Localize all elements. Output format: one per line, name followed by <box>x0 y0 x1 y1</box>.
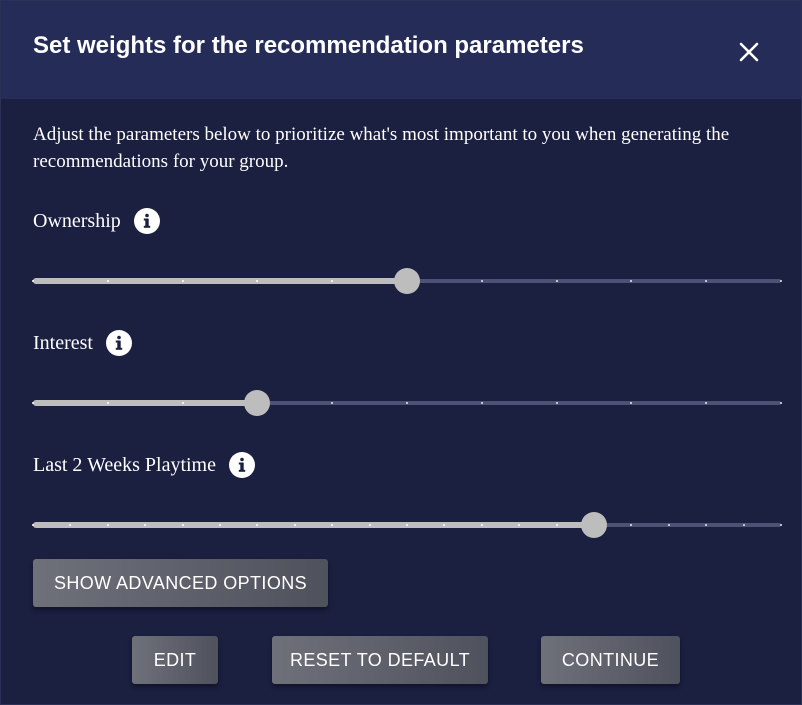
slider-mark <box>32 524 34 526</box>
close-button[interactable] <box>732 35 766 69</box>
slider-mark <box>480 524 483 526</box>
slider-mark <box>32 280 34 282</box>
slider-track <box>33 400 258 406</box>
dialog-title: Set weights for the recommendation param… <box>33 32 584 59</box>
parameter-label-interest: Interest <box>33 330 132 356</box>
continue-button[interactable]: CONTINUE <box>541 636 680 684</box>
slider-mark <box>106 280 109 282</box>
parameter-label-playtime: Last 2 Weeks Playtime <box>33 452 255 478</box>
slider-mark <box>106 524 109 526</box>
slider-mark <box>181 524 184 526</box>
slider-mark <box>667 524 670 526</box>
ownership-slider[interactable] <box>32 266 782 296</box>
slider-mark <box>32 402 34 404</box>
parameter-label-ownership: Ownership <box>33 208 160 234</box>
slider-mark <box>742 524 745 526</box>
parameter-label-text: Interest <box>33 331 93 354</box>
slider-mark <box>368 524 371 526</box>
close-icon <box>739 42 759 62</box>
slider-mark <box>780 280 782 282</box>
slider-mark <box>780 524 782 526</box>
parameter-label-text: Ownership <box>33 209 121 232</box>
slider-mark <box>181 280 184 282</box>
slider-mark <box>780 402 782 404</box>
reset-to-default-button[interactable]: RESET TO DEFAULT <box>272 636 488 684</box>
dialog-description: Adjust the parameters below to prioritiz… <box>33 124 730 172</box>
weights-dialog: Set weights for the recommendation param… <box>0 0 802 705</box>
slider-thumb[interactable] <box>394 268 420 294</box>
info-icon[interactable] <box>229 452 255 478</box>
show-advanced-options-button[interactable]: SHOW ADVANCED OPTIONS <box>33 559 328 607</box>
slider-thumb[interactable] <box>581 512 607 538</box>
slider-thumb[interactable] <box>244 390 271 416</box>
dialog-header: Set weights for the recommendation param… <box>1 1 801 99</box>
playtime-slider[interactable] <box>32 510 782 540</box>
info-icon[interactable] <box>133 208 160 234</box>
slider-mark <box>555 402 558 404</box>
slider-track <box>33 522 594 528</box>
slider-mark <box>219 524 221 526</box>
edit-button[interactable]: EDIT <box>132 636 218 684</box>
slider-mark <box>406 524 408 526</box>
slider-track <box>33 278 407 284</box>
slider-mark <box>555 280 558 282</box>
slider-mark <box>406 402 408 404</box>
slider-mark <box>480 402 483 404</box>
info-icon[interactable] <box>105 330 132 356</box>
slider-mark <box>480 280 483 282</box>
slider-mark <box>106 402 109 404</box>
interest-slider[interactable] <box>32 388 782 418</box>
parameter-label-text: Last 2 Weeks Playtime <box>33 453 216 476</box>
slider-mark <box>293 524 296 526</box>
slider-mark <box>181 402 184 404</box>
slider-mark <box>555 524 558 526</box>
